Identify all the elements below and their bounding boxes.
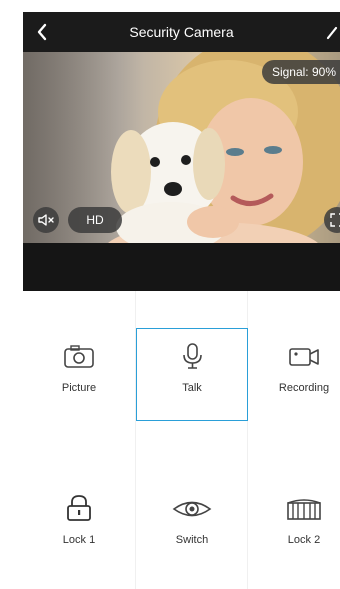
gate-icon bbox=[287, 499, 321, 520]
switch-label: Switch bbox=[175, 534, 209, 546]
page: Security Camera Signal: 90% HD Picture T… bbox=[0, 0, 340, 589]
controls-grid: Picture Talk Recording Lock 1 Switch Loc… bbox=[23, 291, 340, 589]
lock-1-button[interactable]: Lock 1 bbox=[23, 481, 135, 574]
fullscreen-button[interactable] bbox=[324, 207, 340, 233]
padlock-icon bbox=[67, 495, 91, 521]
fullscreen-icon bbox=[330, 213, 340, 227]
lock-1-label: Lock 1 bbox=[62, 534, 96, 546]
edit-pencil-icon[interactable] bbox=[326, 24, 338, 40]
lock-2-label: Lock 2 bbox=[287, 534, 321, 546]
lock-2-button[interactable]: Lock 2 bbox=[248, 481, 340, 574]
recording-button[interactable]: Recording bbox=[248, 329, 340, 422]
mute-button[interactable] bbox=[33, 207, 59, 233]
eye-icon bbox=[172, 501, 212, 517]
talk-label: Talk bbox=[182, 382, 202, 394]
switch-button[interactable]: Switch bbox=[136, 481, 248, 574]
page-title: Security Camera bbox=[129, 24, 234, 40]
picture-label: Picture bbox=[61, 382, 97, 394]
microphone-icon bbox=[183, 343, 202, 369]
camera-icon bbox=[64, 345, 94, 368]
talk-button[interactable]: Talk bbox=[136, 328, 248, 421]
picture-button[interactable]: Picture bbox=[23, 329, 135, 422]
video-bottom-bar bbox=[23, 243, 340, 291]
signal-strength-badge: Signal: 90% bbox=[261, 60, 340, 84]
video-camera-icon bbox=[289, 348, 319, 366]
camera-video-feed[interactable]: Signal: 90% HD bbox=[23, 52, 340, 243]
top-bar: Security Camera bbox=[23, 12, 340, 52]
recording-label: Recording bbox=[278, 382, 330, 394]
hd-quality-button[interactable]: HD bbox=[68, 207, 122, 233]
speaker-muted-icon bbox=[38, 214, 54, 226]
